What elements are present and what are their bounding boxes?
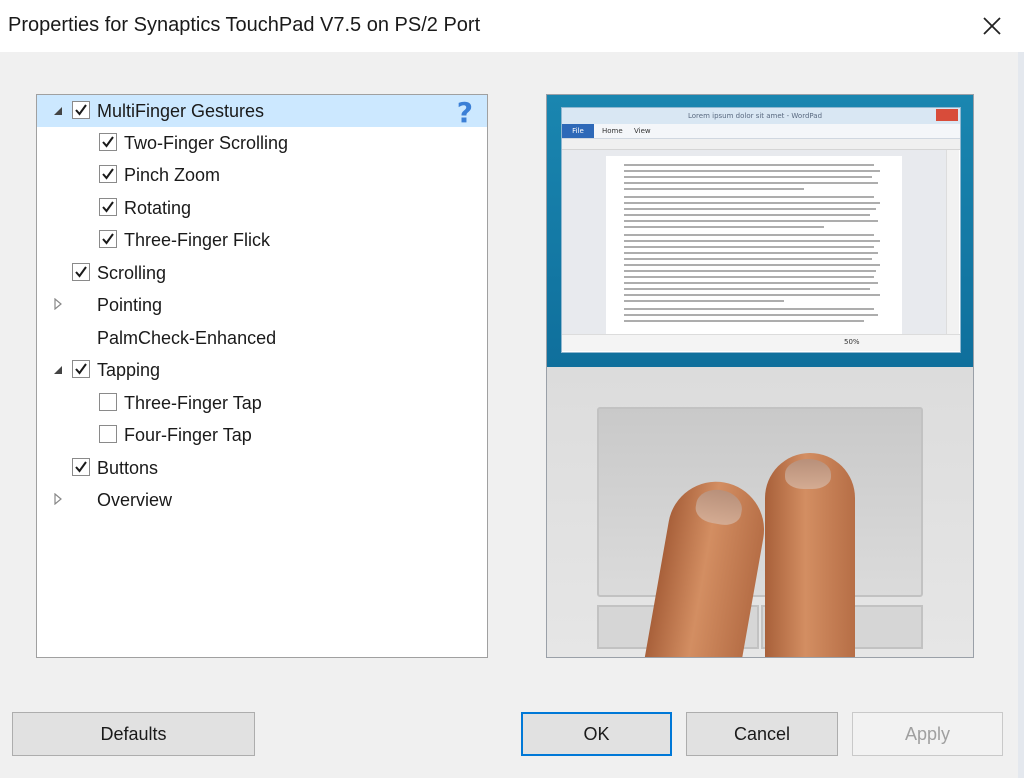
wordpad-document-area	[562, 150, 946, 334]
tree-item-label: Scrolling	[97, 263, 167, 283]
wordpad-ribbon: File Home View	[562, 124, 960, 139]
defaults-button[interactable]: Defaults	[12, 712, 255, 756]
tree-item-label: Buttons	[97, 458, 159, 478]
wordpad-close-icon	[936, 109, 958, 121]
title-bar: Properties for Synaptics TouchPad V7.5 o…	[0, 0, 1024, 52]
tree-item-label: Rotating	[124, 198, 192, 218]
tree-item-label: Three-Finger Flick	[124, 230, 271, 250]
wordpad-page	[606, 156, 902, 334]
tree-item-multifinger-gestures[interactable]: MultiFinger Gestures ?	[37, 95, 487, 129]
tree-item-label: Overview	[97, 490, 173, 510]
touchpad-surface	[597, 407, 923, 597]
ok-button[interactable]: OK	[521, 712, 672, 756]
tree-item-palmcheck-enhanced[interactable]: PalmCheck-Enhanced	[37, 322, 487, 354]
expanded-arrow-icon[interactable]	[51, 363, 65, 377]
checkmark-icon	[102, 168, 114, 180]
tree-item-label: Three-Finger Tap	[124, 393, 262, 413]
multifinger-gestures-checkbox[interactable]	[72, 101, 90, 119]
checkmark-icon	[75, 363, 87, 375]
wordpad-file-tab: File	[562, 124, 594, 138]
collapsed-arrow-icon[interactable]	[51, 297, 65, 311]
expanded-arrow-icon[interactable]	[51, 104, 65, 118]
window-title: Properties for Synaptics TouchPad V7.5 o…	[8, 14, 481, 36]
tree-item-rotating[interactable]: Rotating	[37, 192, 487, 224]
collapsed-arrow-icon[interactable]	[51, 492, 65, 506]
tree-item-two-finger-scrolling[interactable]: Two-Finger Scrolling	[37, 127, 487, 159]
rotating-checkbox[interactable]	[99, 198, 117, 216]
settings-tree: MultiFinger Gestures ? Two-Finger Scroll…	[36, 94, 488, 658]
checkmark-icon	[102, 233, 114, 245]
help-icon[interactable]: ?	[457, 96, 473, 129]
right-finger-image	[765, 453, 855, 657]
wordpad-home-tab: Home	[602, 127, 623, 135]
tree-item-scrolling[interactable]: Scrolling	[37, 257, 487, 289]
pinch-zoom-checkbox[interactable]	[99, 165, 117, 183]
wordpad-status-bar: 50%	[562, 334, 960, 351]
tree-item-label: PalmCheck-Enhanced	[97, 328, 277, 348]
tree-item-three-finger-tap[interactable]: Three-Finger Tap	[37, 387, 487, 419]
close-button[interactable]	[974, 8, 1010, 44]
three-finger-flick-checkbox[interactable]	[99, 230, 117, 248]
wordpad-view-tab: View	[634, 127, 651, 135]
tree-item-tapping[interactable]: Tapping	[37, 354, 487, 386]
checkmark-icon	[75, 266, 87, 278]
tree-item-label: Four-Finger Tap	[124, 425, 252, 445]
wordpad-zoom-level: 50%	[844, 338, 860, 346]
two-finger-scrolling-checkbox[interactable]	[99, 133, 117, 151]
buttons-checkbox[interactable]	[72, 458, 90, 476]
four-finger-tap-checkbox[interactable]	[99, 425, 117, 443]
tree-item-buttons[interactable]: Buttons	[37, 452, 487, 484]
tree-item-label: Tapping	[97, 360, 161, 380]
touchpad-illustration	[547, 367, 973, 657]
close-icon	[983, 17, 1001, 35]
checkmark-icon	[75, 104, 87, 116]
three-finger-tap-checkbox[interactable]	[99, 393, 117, 411]
wordpad-window-preview: Lorem ipsum dolor sit amet - WordPad Fil…	[561, 107, 961, 353]
tree-item-label: MultiFinger Gestures	[97, 101, 265, 121]
tree-item-label: Pointing	[97, 295, 163, 315]
tapping-checkbox[interactable]	[72, 360, 90, 378]
tree-item-four-finger-tap[interactable]: Four-Finger Tap	[37, 419, 487, 451]
preview-screen: Lorem ipsum dolor sit amet - WordPad Fil…	[547, 95, 973, 367]
checkmark-icon	[75, 461, 87, 473]
tree-item-pointing[interactable]: Pointing	[37, 289, 487, 321]
wordpad-title: Lorem ipsum dolor sit amet - WordPad	[688, 112, 823, 120]
checkmark-icon	[102, 136, 114, 148]
wordpad-scrollbar	[946, 150, 959, 334]
tree-item-label: Pinch Zoom	[124, 165, 221, 185]
tree-item-three-finger-flick[interactable]: Three-Finger Flick	[37, 224, 487, 256]
scrolling-checkbox[interactable]	[72, 263, 90, 281]
gesture-preview: Lorem ipsum dolor sit amet - WordPad Fil…	[546, 94, 974, 658]
tree-item-label: Two-Finger Scrolling	[124, 133, 289, 153]
background-window-edge	[1018, 52, 1024, 778]
tree-item-pinch-zoom[interactable]: Pinch Zoom	[37, 159, 487, 191]
cancel-button[interactable]: Cancel	[686, 712, 838, 756]
tree-item-overview[interactable]: Overview	[37, 484, 487, 516]
wordpad-ruler	[562, 139, 960, 150]
checkmark-icon	[102, 201, 114, 213]
wordpad-title-bar: Lorem ipsum dolor sit amet - WordPad	[562, 108, 960, 124]
apply-button[interactable]: Apply	[852, 712, 1003, 756]
